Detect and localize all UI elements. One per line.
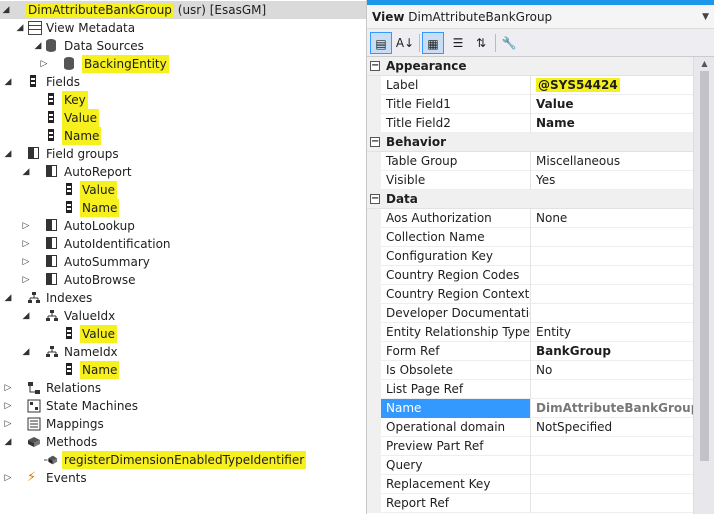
root-suffix: (usr) [EsasGM] (177, 3, 267, 17)
object-selector-value: DimAttributeBankGroup (408, 10, 553, 24)
field-icon (66, 201, 72, 213)
category-behavior[interactable]: − Behavior (367, 133, 693, 152)
root-name: DimAttributeBankGroup (26, 3, 174, 17)
property-row[interactable]: Country Region Codes (367, 266, 693, 285)
field-icon (66, 363, 72, 375)
method-icon (44, 455, 58, 465)
collapse-icon[interactable]: ◢ (2, 145, 14, 163)
expand-icon[interactable]: ▷ (20, 253, 32, 271)
collapse-icon[interactable]: ◢ (2, 433, 14, 451)
scrollbar-thumb[interactable] (700, 71, 709, 461)
property-row[interactable]: Replacement Key (367, 475, 693, 494)
property-row[interactable]: Report Ref (367, 494, 693, 513)
database-icon (46, 39, 56, 52)
vertical-scrollbar[interactable]: ▲ (693, 57, 714, 514)
property-row[interactable]: Configuration Key (367, 247, 693, 266)
property-row[interactable]: Label @SYS54424 (367, 76, 693, 95)
chevron-down-icon[interactable]: ▼ (702, 5, 709, 29)
expand-icon[interactable]: ▷ (2, 415, 14, 433)
collapse-icon[interactable]: ◢ (14, 19, 26, 37)
collapse-icon[interactable]: ◢ (2, 289, 14, 307)
field-group-icon (46, 219, 57, 231)
collapse-icon[interactable]: − (370, 194, 380, 204)
index-icon (28, 292, 40, 303)
state-machine-icon (27, 399, 41, 413)
aot-tree: ◢ DimAttributeBankGroup (usr) [EsasGM] ◢… (0, 0, 366, 514)
property-row[interactable]: Is Obsolete No (367, 361, 693, 380)
alphabetical-icon[interactable]: A↓ (394, 32, 416, 54)
wrench-icon[interactable]: 🔧 (498, 32, 520, 54)
property-row[interactable]: Title Field2 Name (367, 114, 693, 133)
scroll-up-icon[interactable]: ▲ (694, 57, 714, 71)
property-row[interactable]: Aos Authorization None (367, 209, 693, 228)
properties-icon[interactable]: ▦ (422, 32, 444, 54)
tree-root[interactable]: ◢ DimAttributeBankGroup (usr) [EsasGM] (0, 1, 366, 19)
property-row[interactable]: Title Field1 Value (367, 95, 693, 114)
property-row[interactable]: Preview Part Ref (367, 437, 693, 456)
sort-icon[interactable]: ⇅ (470, 32, 492, 54)
property-row[interactable]: Query (367, 456, 693, 475)
methods-icon (28, 437, 40, 447)
expand-icon[interactable]: ▷ (20, 235, 32, 253)
field-icon (48, 93, 54, 105)
lightning-icon: ⚡ (27, 470, 37, 485)
property-row[interactable]: Collection Name (367, 228, 693, 247)
collapse-icon[interactable]: ◢ (20, 307, 32, 325)
field-group-icon (46, 273, 57, 285)
collapse-icon[interactable]: ◢ (32, 37, 44, 55)
field-icon (66, 183, 72, 195)
index-icon (46, 310, 58, 321)
field-group-icon (46, 255, 57, 267)
properties-toolbar: ▤ A↓ ▦ ☰ ⇅ 🔧 (367, 29, 714, 57)
fields-icon (30, 75, 36, 87)
expand-icon[interactable]: ▷ (2, 397, 14, 415)
index-icon (46, 346, 58, 357)
expand-icon[interactable]: ▷ (2, 379, 14, 397)
object-selector-label: View (372, 10, 405, 24)
property-row[interactable]: Developer Documentation (367, 304, 693, 323)
category-data[interactable]: − Data (367, 190, 693, 209)
property-row[interactable]: List Page Ref (367, 380, 693, 399)
field-group-icon (28, 147, 39, 159)
database-icon (64, 57, 74, 70)
mappings-icon (27, 417, 41, 431)
collapse-icon[interactable]: − (370, 137, 380, 147)
collapse-icon[interactable]: − (370, 61, 380, 71)
expand-icon[interactable]: ▷ (20, 271, 32, 289)
collapse-icon[interactable]: ◢ (0, 1, 12, 19)
toolbar-separator (419, 34, 420, 52)
properties-pane: View DimAttributeBankGroup ▼ ▤ A↓ ▦ ☰ ⇅ … (366, 0, 714, 514)
relations-icon (28, 382, 40, 394)
property-row-selected[interactable]: Name DimAttributeBankGroup (367, 399, 693, 418)
expand-icon[interactable]: ▷ (38, 55, 50, 73)
field-icon (48, 129, 54, 141)
field-group-icon (46, 237, 57, 249)
category-appearance[interactable]: − Appearance (367, 57, 693, 76)
property-row[interactable]: Country Region Context Fie (367, 285, 693, 304)
categorized-icon[interactable]: ▤ (370, 32, 392, 54)
expand-icon[interactable]: ▷ (20, 217, 32, 235)
metadata-icon (28, 21, 42, 35)
field-icon (66, 327, 72, 339)
property-grid: − Appearance Label @SYS54424 Title Field1 V… (367, 57, 693, 514)
property-row[interactable]: Table Group Miscellaneous (367, 152, 693, 171)
collapse-icon[interactable]: ◢ (20, 343, 32, 361)
field-icon (48, 111, 54, 123)
field-group-icon (46, 165, 57, 177)
expand-icon[interactable]: ▷ (2, 469, 14, 487)
property-row[interactable]: Operational domain NotSpecified (367, 418, 693, 437)
property-row[interactable]: Form Ref BankGroup (367, 342, 693, 361)
collapse-icon[interactable]: ◢ (20, 163, 32, 181)
collapse-icon[interactable]: ◢ (2, 73, 14, 91)
property-row[interactable]: Visible Yes (367, 171, 693, 190)
property-row[interactable]: Entity Relationship Type Entity (367, 323, 693, 342)
events-view-icon[interactable]: ☰ (447, 32, 469, 54)
toolbar-separator (495, 34, 496, 52)
object-selector[interactable]: View DimAttributeBankGroup ▼ (367, 5, 714, 29)
